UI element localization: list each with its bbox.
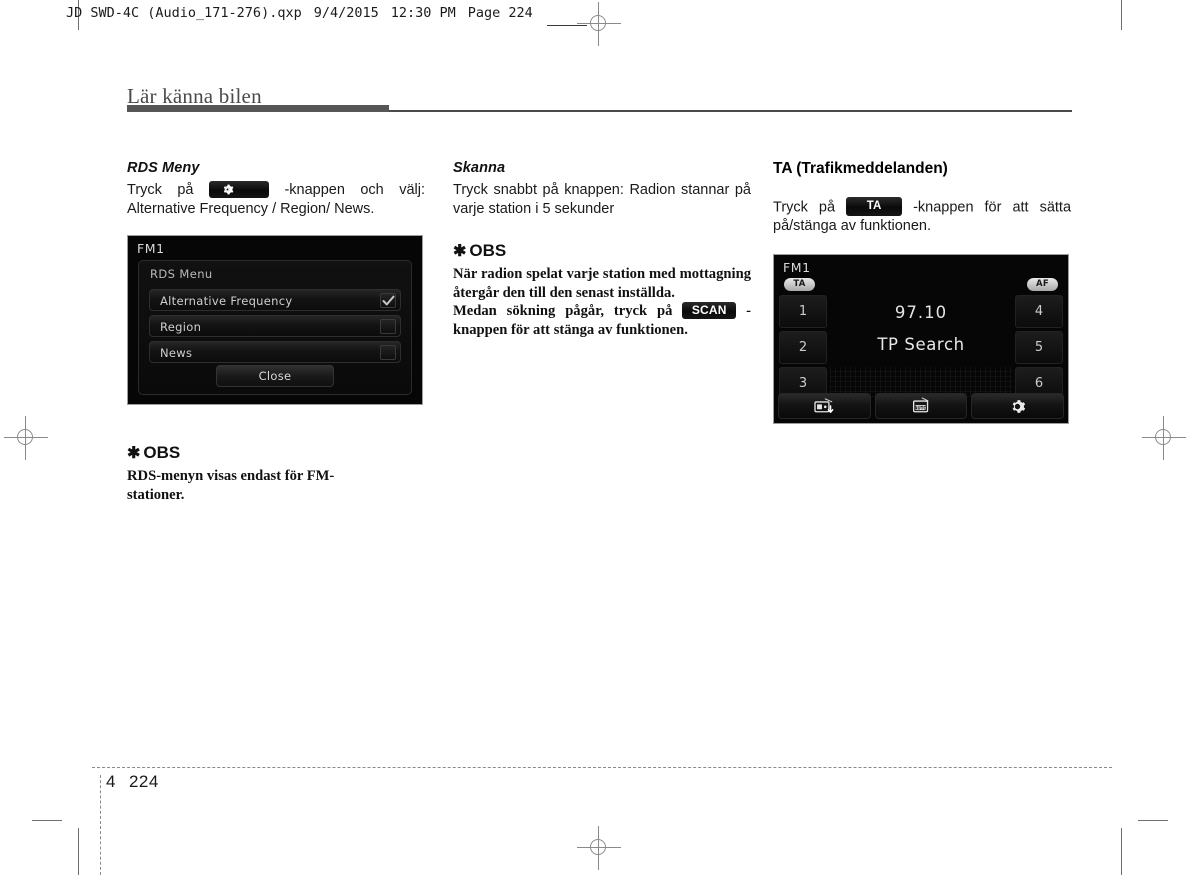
obs-paragraph-one: När radion spelat varje station med mott… [453,266,751,301]
rds-device-band-label: FM1 [137,241,165,256]
footer-chapter-number: 4 [106,772,116,791]
column-three: TA (Trafikmeddelanden) Tryck på TA -knap… [773,160,1071,425]
crop-mark-bottom-left-v [78,828,79,875]
rds-option-news[interactable]: News [149,341,401,363]
fm-radio-screenshot: FM1 TA AF 1 2 3 4 5 6 97.10 TP Search AU… [773,254,1069,425]
trim-line-bottom [92,767,1112,768]
registration-mark-left [4,416,48,460]
registration-mark-bottom [577,826,621,870]
save-preset-button[interactable] [778,393,871,420]
footer-page-number: 4 224 [106,772,159,792]
rds-option-label: News [160,346,193,360]
ta-text-before: Tryck på [773,199,836,216]
title-rule [389,110,1072,112]
asterisk-icon: ✱ [453,243,467,260]
crop-mark-bottom-right-h [1138,820,1168,821]
rds-text-before: Tryck på [127,182,194,198]
gear-icon [1012,399,1026,413]
check-icon [382,295,395,306]
crop-mark-bottom-right-v [1121,828,1122,875]
ta-paragraph: Tryck på TA -knappen för att sätta på/st… [773,197,1071,236]
file-header-page: Page 224 [467,5,533,21]
file-header: JD SWD-4C (Audio_171-276).qxp 9/4/2015 12:… [66,5,533,21]
obs-text-line1: RDS-menyn visas endast för FM- [127,468,335,484]
obs-paragraph-two: Medan sökning pågår, tryck på SCAN -knap… [453,302,751,339]
footer-page-value: 224 [128,772,159,791]
fm-device-band-label: FM1 [783,260,811,276]
ta-section-heading: TA (Trafikmeddelanden) [773,160,948,177]
rds-meny-heading: RDS Meny [127,160,200,176]
title-accent-bar [127,105,389,112]
auto-store-button[interactable]: AUTO [874,393,968,420]
rds-menu-screenshot: FM1 RDS Menu Alternative Frequency Regio… [127,235,423,405]
gear-button-inline[interactable] [208,180,269,198]
column-two: Skanna Tryck snabbt på knappen: Radion s… [453,160,751,339]
preset-column-right: 4 5 6 [1015,295,1063,403]
obs-heading: ✱ OBS [127,443,425,463]
preset-button-1[interactable]: 1 [779,295,827,329]
preset-column-left: 1 2 3 [779,295,827,403]
file-header-time: 12:30 PM [390,5,456,21]
checkbox-checked[interactable] [380,293,396,308]
obs-para2-before: Medan sökning pågår, tryck på [453,303,673,319]
radio-save-preset-icon [814,398,834,414]
trim-line-left [100,775,101,875]
rds-option-alternative-frequency[interactable]: Alternative Frequency [149,289,401,311]
rds-meny-paragraph: Tryck på -knappen och välj: Alternative … [127,180,425,219]
preset-button-5[interactable]: 5 [1015,331,1063,365]
status-display: TP Search [877,335,965,355]
fm-info-area: 97.10 TP Search [832,303,1010,354]
rds-dialog-title: RDS Menu [150,267,213,281]
file-header-date: 9/4/2015 [313,5,379,21]
ta-status-badge[interactable]: TA [784,278,815,292]
column-one: RDS Meny Tryck på -knappen och välj: Alt… [127,160,425,504]
crop-mark-top-right-v [1121,0,1122,30]
registration-mark-right [1142,416,1186,460]
scan-button-inline[interactable]: SCAN [682,302,737,320]
rds-option-label: Alternative Frequency [160,294,293,308]
rds-option-label: Region [160,320,202,334]
obs-text-line2: stationer. [127,486,185,503]
settings-button[interactable] [971,393,1065,420]
svg-text:AUTO: AUTO [914,406,927,411]
close-button[interactable]: Close [216,365,334,387]
ta-button-inline[interactable]: TA [846,197,903,216]
obs-block-rds: ✱ OBS RDS-menyn visas endast för FM- stat… [127,443,425,504]
file-header-page-underline [547,25,587,26]
file-header-filename: JD SWD-4C (Audio_171-276).qxp [66,5,302,21]
crop-mark-bottom-left-h [32,820,62,821]
fm-bottom-toolbar: AUTO [778,393,1065,420]
frequency-display: 97.10 [894,303,948,323]
checkbox-unchecked[interactable] [380,345,396,360]
registration-mark-top [577,2,621,46]
obs-heading-label: OBS [143,443,181,462]
preset-button-4[interactable]: 4 [1015,295,1063,329]
rds-dialog: RDS Menu Alternative Frequency Region Ne… [138,260,412,395]
skanna-heading: Skanna [453,160,506,176]
rds-option-list: Alternative Frequency Region News [149,289,401,367]
skanna-paragraph: Tryck snabbt på knappen: Radion stannar … [453,182,751,217]
obs-heading: ✱ OBS [453,241,751,261]
af-status-badge[interactable]: AF [1027,278,1058,292]
rds-option-region[interactable]: Region [149,315,401,337]
preset-button-2[interactable]: 2 [779,331,827,365]
gear-icon [223,184,234,195]
checkbox-unchecked[interactable] [380,319,396,334]
obs-block-scan: ✱ OBS När radion spelat varje station med… [453,241,751,339]
asterisk-icon: ✱ [127,445,141,462]
obs-heading-label: OBS [469,241,507,260]
radio-auto-store-icon: AUTO [912,397,929,413]
